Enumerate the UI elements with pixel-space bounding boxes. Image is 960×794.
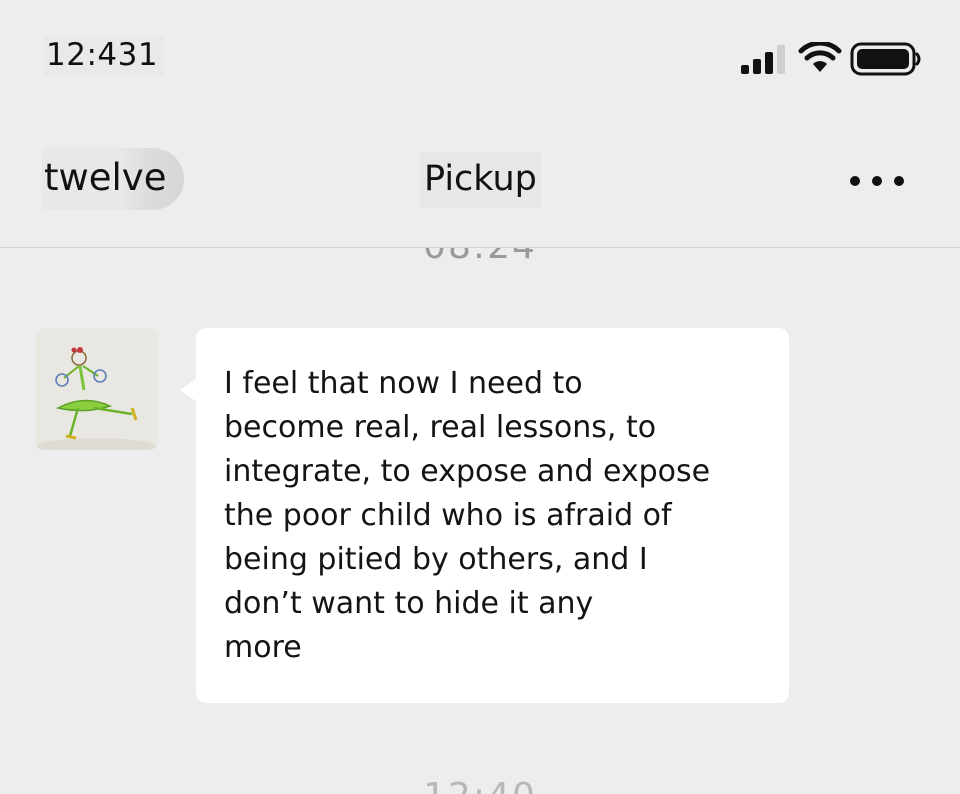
more-dot	[894, 176, 904, 186]
message-text: I feel that now I need to become real, r…	[224, 366, 711, 665]
nav-bar: twelve Pickup	[0, 110, 960, 248]
status-bar: 12:431	[0, 0, 960, 110]
message-timestamp: 08:24	[0, 248, 960, 267]
more-icon[interactable]	[842, 162, 912, 198]
message-bubble[interactable]: I feel that now I need to become real, r…	[196, 328, 789, 703]
more-dot	[850, 176, 860, 186]
back-button[interactable]: twelve	[42, 148, 185, 210]
more-dot	[872, 176, 882, 186]
status-time: 12:431	[44, 36, 165, 76]
avatar[interactable]	[36, 328, 158, 450]
wifi-icon	[798, 42, 842, 72]
chat-screen: 12:431 twelve Pickup 08:24	[0, 0, 960, 794]
bubble-tail	[180, 378, 197, 402]
signal-icon	[741, 45, 785, 74]
message-list[interactable]: 08:24	[0, 248, 960, 794]
chat-title: Pickup	[420, 152, 541, 208]
message-timestamp: 12:40	[0, 776, 960, 794]
avatar-drawing	[36, 328, 158, 450]
battery-icon	[850, 42, 921, 76]
